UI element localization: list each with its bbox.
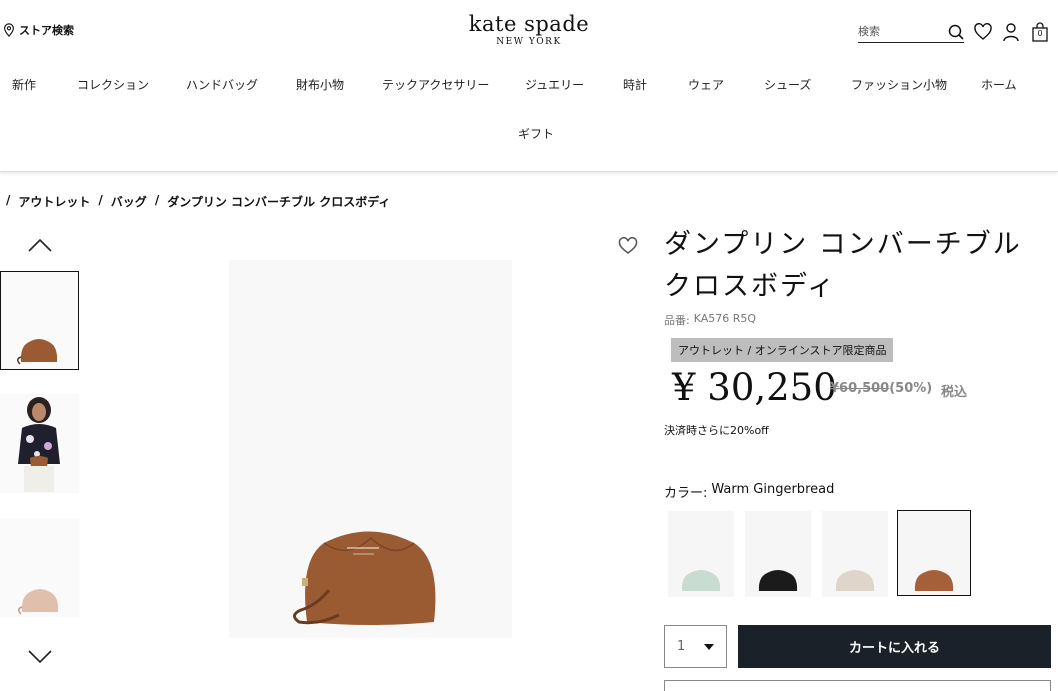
nav-item-watches[interactable]: 時計 xyxy=(623,76,647,93)
search-input[interactable] xyxy=(858,25,938,38)
thumbnail-bag-pink[interactable] xyxy=(0,518,79,617)
search-box xyxy=(858,21,964,43)
nav-item-collection[interactable]: コレクション xyxy=(77,76,149,93)
nav-item-gift[interactable]: ギフト xyxy=(518,125,554,142)
nav-item-new[interactable]: 新作 xyxy=(12,76,36,93)
nav-item-wallets[interactable]: 財布小物 xyxy=(296,76,344,93)
sku-label: 品番: xyxy=(664,314,690,327)
product-title: ダンプリン コンバーチブル クロスボディ xyxy=(664,229,1022,302)
product-wishlist-heart-icon[interactable] xyxy=(618,237,638,255)
breadcrumb-outlet[interactable]: アウトレット xyxy=(18,193,90,210)
breadcrumb: / アウトレット / バッグ / ダンプリン コンバーチブル クロスボディ xyxy=(6,193,390,210)
quantity-select[interactable]: 1 xyxy=(664,625,727,668)
nav-item-accessories[interactable]: ファッション小物 xyxy=(851,76,947,93)
nav-item-handbags[interactable]: ハンドバッグ xyxy=(186,76,258,93)
color-label: カラー: xyxy=(664,486,708,501)
discount-percent: (50%) xyxy=(889,381,933,396)
swatch-bag-image xyxy=(914,570,954,591)
nav-item-jewelry[interactable]: ジュエリー xyxy=(525,76,584,93)
outlet-badge: アウトレット / オンラインストア限定商品 xyxy=(671,338,894,362)
color-swatch-black[interactable] xyxy=(745,511,811,597)
breadcrumb-separator: / xyxy=(154,193,160,207)
color-value: Warm Gingerbread xyxy=(711,482,835,497)
model-thumbnail-image xyxy=(18,397,60,492)
breadcrumb-current: ダンプリン コンバーチブル クロスボディ xyxy=(167,195,391,209)
main-product-image[interactable] xyxy=(229,260,512,638)
color-swatch-warm-gingerbread[interactable] xyxy=(897,510,971,596)
add-to-cart-button[interactable]: カートに入れる xyxy=(738,625,1051,668)
secondary-button[interactable] xyxy=(664,680,1051,691)
product-price: ¥ 30,250 xyxy=(672,366,837,409)
bag-main-image xyxy=(293,531,436,625)
wishlist-heart-icon[interactable] xyxy=(974,22,992,42)
bag-pink-thumbnail-image xyxy=(18,589,59,615)
chevron-down-icon[interactable] xyxy=(26,646,54,666)
breadcrumb-separator: / xyxy=(6,193,11,207)
original-price-value: ¥60,500 xyxy=(830,381,890,396)
cart-count: 0 xyxy=(1037,29,1043,38)
account-user-icon[interactable] xyxy=(1002,22,1020,42)
thumbnail-bag-front[interactable] xyxy=(0,271,79,370)
cart-button[interactable]: 0 xyxy=(1031,22,1049,42)
color-swatch-mint[interactable] xyxy=(668,511,734,597)
breadcrumb-separator: / xyxy=(98,193,103,207)
nav-item-tech[interactable]: テックアクセサリー xyxy=(382,76,489,93)
nav-item-shoes[interactable]: シューズ xyxy=(764,76,811,93)
nav-item-apparel[interactable]: ウェア xyxy=(688,76,724,93)
swatch-bag-image xyxy=(835,570,875,591)
caret-down-icon xyxy=(704,643,714,650)
bag-thumbnail-image xyxy=(17,339,58,365)
thumbnail-model[interactable] xyxy=(0,394,79,493)
chevron-up-icon[interactable] xyxy=(26,236,54,256)
product-sku: 品番: KA576 R5Q xyxy=(664,312,756,328)
nav-item-home[interactable]: ホーム xyxy=(981,76,1017,93)
extra-discount-note: 決済時さらに20%off xyxy=(664,424,769,437)
search-icon[interactable] xyxy=(948,24,964,40)
swatch-bag-image xyxy=(758,570,798,591)
color-swatch-cream[interactable] xyxy=(822,511,888,597)
sku-value: KA576 R5Q xyxy=(693,312,757,325)
tax-label: 税込 xyxy=(941,385,968,400)
quantity-value: 1 xyxy=(677,639,686,654)
site-header: ストア検索 kate spade NEW YORK 0 新作 コレクション ハン… xyxy=(0,0,1058,172)
breadcrumb-bags[interactable]: バッグ xyxy=(111,193,147,210)
swatch-bag-image xyxy=(681,570,721,591)
original-price: ¥60,500 (50%) xyxy=(830,381,932,396)
color-selection-label: カラー: Warm Gingerbread xyxy=(664,482,834,501)
